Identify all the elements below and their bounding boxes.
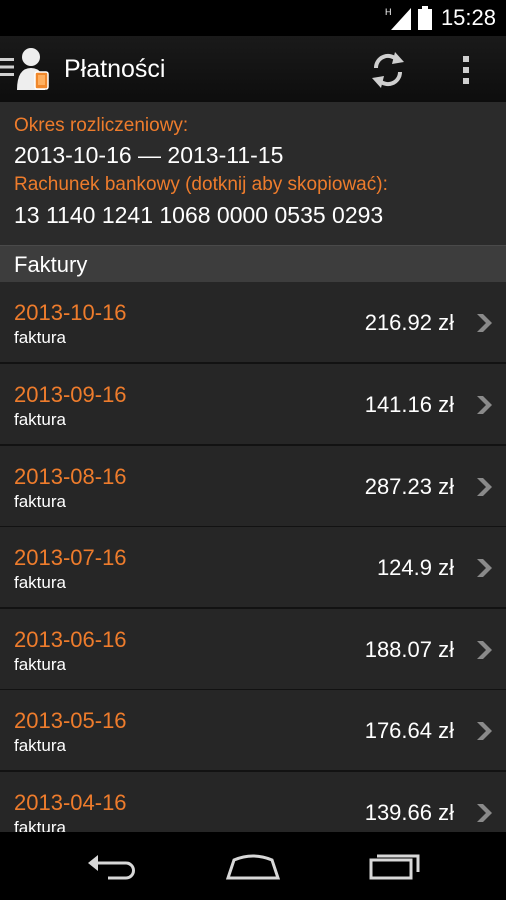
app-logo-icon[interactable] [14,46,52,90]
invoice-date: 2013-07-16 [14,545,127,570]
overflow-menu-icon[interactable] [448,48,484,92]
home-icon[interactable] [225,852,281,880]
invoice-date: 2013-10-16 [14,300,127,325]
status-time: 15:28 [440,5,496,30]
invoice-amount: 139.66 zł [364,800,454,825]
invoice-date: 2013-04-16 [14,790,127,815]
chevron-right-icon [477,722,492,740]
action-bar: Płatności [0,36,506,103]
status-bar: H 15:28 [0,0,506,36]
invoice-row[interactable]: 2013-08-16 faktura 287.23 zł [0,446,506,528]
chevron-right-icon [477,396,492,414]
invoice-row[interactable]: 2013-07-16 faktura 124.9 zł [0,527,506,609]
invoice-type: faktura [14,492,66,511]
invoice-type: faktura [14,410,66,429]
invoice-date: 2013-06-16 [14,627,127,652]
invoice-type: faktura [14,573,66,592]
invoice-amount: 287.23 zł [364,474,454,499]
invoice-amount: 188.07 zł [364,637,454,662]
invoice-amount: 124.9 zł [376,555,454,580]
drawer-icon[interactable] [0,56,14,78]
bank-account-label[interactable]: Rachunek bankowy (dotknij aby skopiować)… [14,173,388,197]
invoice-row[interactable]: 2013-06-16 faktura 188.07 zł [0,609,506,691]
back-icon[interactable] [86,852,138,880]
screen: H 15:28 Płatności Okres rozliczeniowy: 2… [0,0,506,900]
chevron-right-icon [477,478,492,496]
invoice-row[interactable]: 2013-05-16 faktura 176.64 zł [0,690,506,772]
chevron-right-icon [477,314,492,332]
invoice-type: faktura [14,736,66,755]
billing-period-label: Okres rozliczeniowy: [14,115,189,136]
invoice-amount: 216.92 zł [364,310,454,335]
invoice-date: 2013-09-16 [14,382,127,407]
bank-account-value[interactable]: 13 1140 1241 1068 0000 0535 0293 [14,201,383,229]
invoice-date: 2013-05-16 [14,708,127,733]
chevron-right-icon [477,804,492,822]
invoices-section-header: Faktury [0,245,506,283]
invoices-section-title: Faktury [14,252,88,277]
billing-info: Okres rozliczeniowy: 2013-10-16 — 2013-1… [0,102,506,245]
nav-bar [0,832,506,900]
invoice-amount: 176.64 zł [364,718,454,743]
invoice-type: faktura [14,655,66,674]
app-title: Płatności [64,55,166,83]
invoice-row[interactable]: 2013-09-16 faktura 141.16 zł [0,364,506,446]
invoice-type: faktura [14,328,66,347]
chevron-right-icon [477,641,492,659]
billing-period-value: 2013-10-16 — 2013-11-15 [14,142,284,168]
invoice-amount: 141.16 zł [364,392,454,417]
battery-icon [418,6,432,30]
invoice-type: faktura [14,818,66,832]
invoice-row[interactable]: 2013-10-16 faktura 216.92 zł [0,282,506,364]
refresh-icon[interactable] [366,48,410,92]
network-type-label: H [385,7,392,17]
invoice-date: 2013-08-16 [14,464,127,489]
signal-icon: H [385,7,411,30]
chevron-right-icon [477,559,492,577]
recents-icon[interactable] [368,850,422,880]
invoice-row[interactable]: 2013-04-16 faktura 139.66 zł [0,772,506,832]
invoice-list: 2013-10-16 faktura 216.92 zł 2013-09-16 … [0,282,506,832]
